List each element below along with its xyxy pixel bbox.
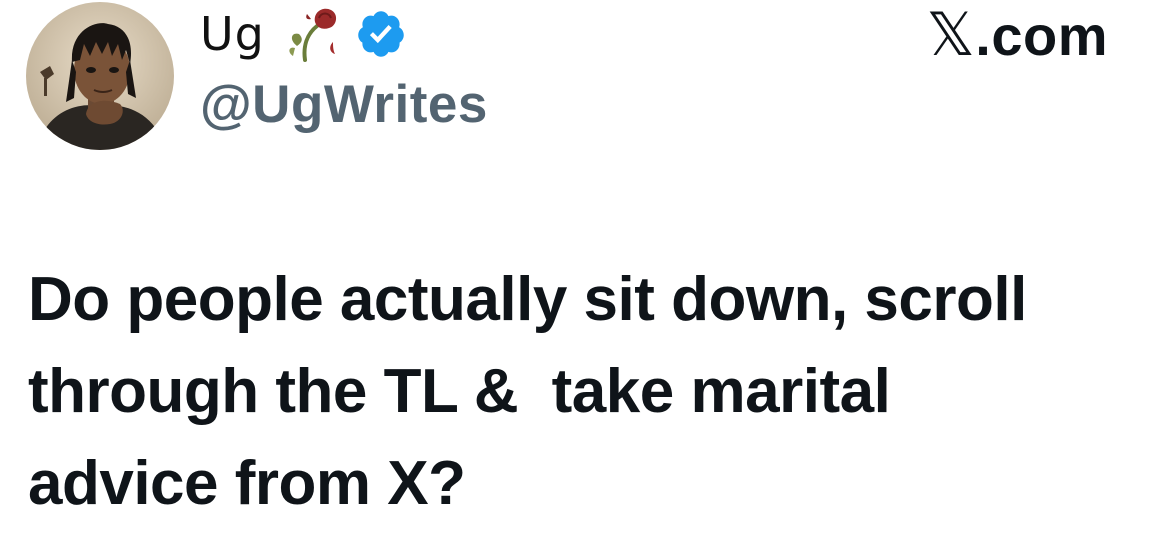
tweet-text-line: advice from X? — [28, 449, 466, 518]
tweet-text: Do people actually sit down, scroll throu… — [28, 254, 1148, 530]
x-logo-glyph: 𝕏 — [926, 0, 976, 70]
x-com-logo: 𝕏 .com — [926, 0, 1108, 70]
wilted-rose-emoji-icon — [283, 6, 345, 62]
profile-avatar[interactable] — [26, 2, 174, 150]
author-handle[interactable]: @UgWrites — [200, 74, 488, 135]
author-name-row: Ug — [200, 4, 407, 64]
x-logo-suffix: .com — [975, 3, 1108, 67]
tweet-text-line: Do people actually sit down, scroll — [28, 265, 1027, 334]
tweet-text-line: through the TL & take marital — [28, 357, 891, 426]
verified-badge-icon[interactable] — [355, 8, 407, 60]
author-display-name[interactable]: Ug — [200, 7, 265, 61]
